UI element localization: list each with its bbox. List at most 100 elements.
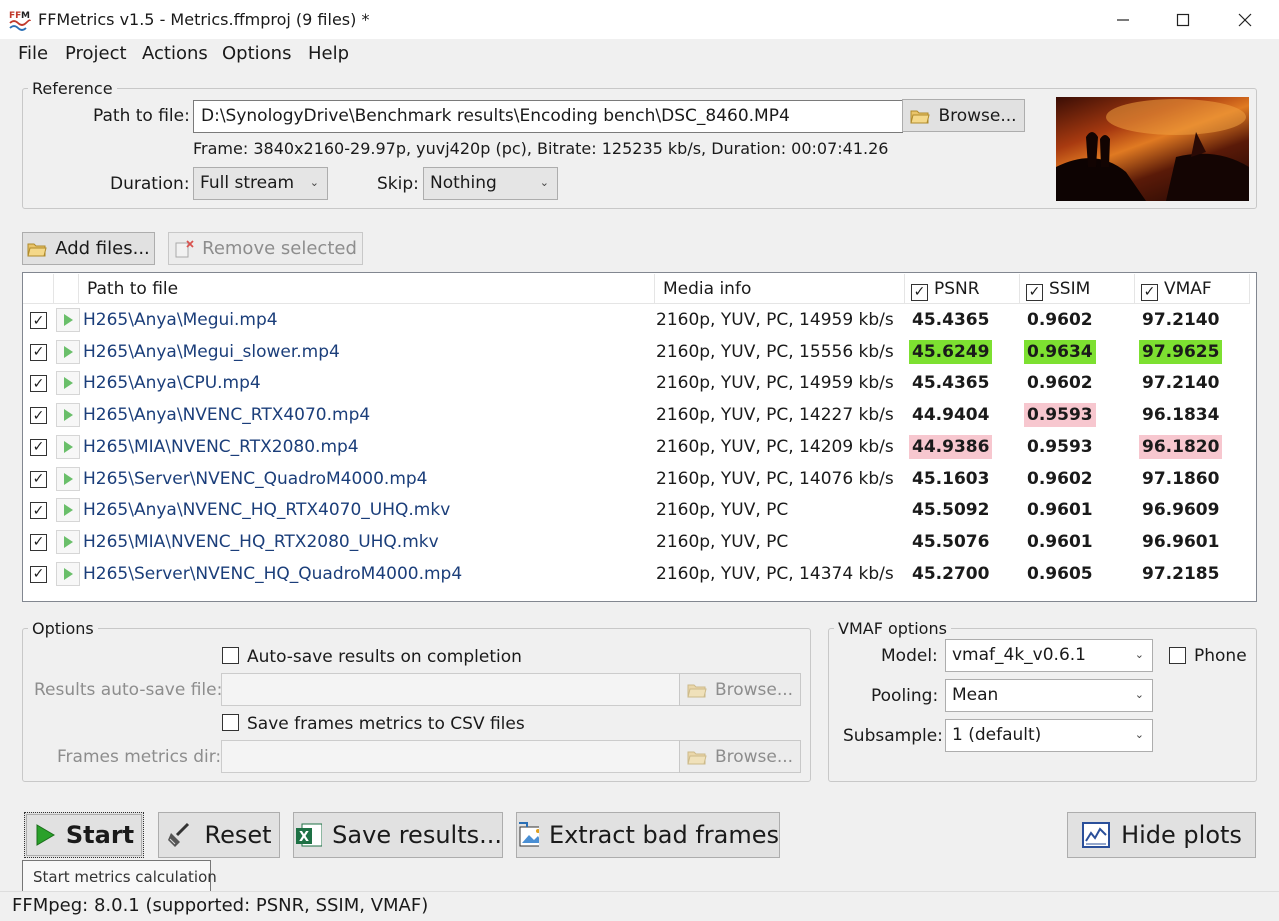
media-info: 2160p, YUV, PC bbox=[656, 500, 789, 521]
vmaf-model-label: Model: bbox=[881, 646, 938, 666]
media-info: 2160p, YUV, PC bbox=[656, 531, 789, 552]
menu-help[interactable]: Help bbox=[308, 43, 349, 64]
row-checkbox[interactable]: ✓ bbox=[30, 502, 47, 520]
media-info: 2160p, YUV, PC, 14076 kb/s bbox=[656, 468, 894, 489]
reset-label: Reset bbox=[204, 821, 272, 849]
psnr-value: 45.2700 bbox=[912, 563, 990, 584]
results-browse-button[interactable]: Browse... bbox=[679, 673, 801, 706]
duration-label: Duration: bbox=[110, 174, 190, 194]
play-file-button[interactable] bbox=[56, 434, 80, 459]
vmaf-checkbox[interactable]: ✓ bbox=[1141, 283, 1158, 301]
results-file-input[interactable] bbox=[221, 673, 681, 706]
reference-browse-button[interactable]: Browse... bbox=[902, 99, 1025, 132]
remove-file-icon bbox=[175, 239, 194, 257]
skip-value: Nothing bbox=[430, 173, 497, 193]
file-path: H265\Anya\NVENC_RTX4070.mp4 bbox=[83, 405, 371, 426]
hide-plots-button[interactable]: Hide plots bbox=[1067, 812, 1256, 858]
header-psnr[interactable]: ✓ PSNR bbox=[905, 274, 1020, 304]
play-icon bbox=[64, 440, 73, 453]
csv-label: Save frames metrics to CSV files bbox=[247, 714, 525, 734]
frames-dir-input[interactable] bbox=[221, 740, 681, 773]
csv-checkbox[interactable] bbox=[222, 714, 239, 731]
psnr-value: 45.6249 bbox=[909, 339, 993, 364]
psnr-value: 44.9386 bbox=[909, 434, 993, 459]
menu-project[interactable]: Project bbox=[65, 43, 127, 64]
table-row[interactable]: ✓ H265\Anya\Megui.mp4 2160p, YUV, PC, 1495… bbox=[24, 305, 1256, 336]
browse-label: Browse... bbox=[714, 679, 794, 700]
media-info: 2160p, YUV, PC, 14959 kb/s bbox=[656, 310, 894, 330]
row-checkbox[interactable]: ✓ bbox=[30, 533, 47, 551]
vmaf-value: 97.2140 bbox=[1142, 373, 1220, 394]
play-file-button[interactable] bbox=[56, 529, 80, 554]
header-vmaf-label: VMAF bbox=[1164, 279, 1212, 299]
browse-label: Browse... bbox=[938, 105, 1017, 126]
reference-group-title: Reference bbox=[28, 79, 117, 98]
header-ssim-label: SSIM bbox=[1049, 279, 1091, 299]
row-checkbox[interactable]: ✓ bbox=[30, 470, 47, 488]
vmaf-model-dropdown[interactable]: vmaf_4k_v0.6.1 ⌄ bbox=[945, 639, 1153, 672]
add-files-button[interactable]: Add files... bbox=[22, 232, 155, 265]
remove-selected-button[interactable]: Remove selected bbox=[168, 232, 363, 265]
play-icon bbox=[64, 345, 73, 358]
header-play-col bbox=[54, 274, 79, 304]
skip-dropdown[interactable]: Nothing ⌄ bbox=[423, 167, 558, 200]
minimize-button[interactable] bbox=[1093, 0, 1153, 40]
play-file-button[interactable] bbox=[56, 561, 80, 586]
minimize-icon bbox=[1117, 19, 1129, 21]
browse-label: Browse... bbox=[714, 746, 794, 767]
row-checkbox[interactable]: ✓ bbox=[30, 343, 47, 361]
extract-bad-frames-button[interactable]: Extract bad frames bbox=[516, 812, 780, 858]
autosave-checkbox[interactable] bbox=[222, 647, 239, 664]
table-row[interactable]: ✓ H265\Anya\NVENC_RTX4070.mp4 2160p, YUV, … bbox=[24, 400, 1256, 431]
close-button[interactable] bbox=[1215, 0, 1275, 40]
ssim-checkbox[interactable]: ✓ bbox=[1026, 283, 1043, 301]
file-path: H265\Anya\CPU.mp4 bbox=[83, 373, 261, 394]
save-results-button[interactable]: X Save results... bbox=[293, 812, 503, 858]
header-ssim[interactable]: ✓ SSIM bbox=[1020, 274, 1135, 304]
chevron-down-icon: ⌄ bbox=[1134, 728, 1144, 741]
reset-button[interactable]: Reset bbox=[158, 812, 280, 858]
folder-icon bbox=[687, 751, 707, 764]
row-checkbox[interactable]: ✓ bbox=[30, 565, 47, 583]
psnr-checkbox[interactable]: ✓ bbox=[911, 283, 928, 301]
play-file-button[interactable] bbox=[56, 371, 80, 396]
header-media-label: Media info bbox=[663, 279, 752, 299]
table-row[interactable]: ✓ H265\Anya\Megui_slower.mp4 2160p, YUV, P… bbox=[24, 337, 1256, 368]
menu-file[interactable]: File bbox=[18, 43, 48, 64]
folder-icon bbox=[910, 110, 931, 123]
row-checkbox[interactable]: ✓ bbox=[30, 438, 47, 456]
header-path[interactable]: Path to file bbox=[79, 274, 655, 304]
files-table[interactable]: Path to file Media info ✓ PSNR ✓ SSIM ✓ VMA… bbox=[22, 272, 1257, 602]
play-file-button[interactable] bbox=[56, 308, 80, 332]
header-vmaf[interactable]: ✓ VMAF bbox=[1135, 274, 1250, 304]
menu-actions[interactable]: Actions bbox=[142, 43, 208, 64]
table-row[interactable]: ✓ H265\Server\NVENC_HQ_QuadroM4000.mp4 216… bbox=[24, 559, 1256, 590]
row-checkbox[interactable]: ✓ bbox=[30, 407, 47, 425]
row-checkbox[interactable]: ✓ bbox=[30, 375, 47, 393]
start-button[interactable]: Start bbox=[24, 812, 144, 858]
table-row[interactable]: ✓ H265\MIA\NVENC_HQ_RTX2080_UHQ.mkv 2160p,… bbox=[24, 527, 1256, 558]
table-row[interactable]: ✓ H265\Server\NVENC_QuadroM4000.mp4 2160p,… bbox=[24, 464, 1256, 495]
play-file-button[interactable] bbox=[56, 466, 80, 491]
start-label: Start bbox=[65, 821, 135, 849]
reference-path-input[interactable]: D:\SynologyDrive\Benchmark results\Encod… bbox=[193, 100, 903, 133]
vmaf-value: 96.9609 bbox=[1142, 500, 1220, 521]
file-path: H265\MIA\NVENC_RTX2080.mp4 bbox=[83, 436, 359, 457]
ssim-value: 0.9605 bbox=[1027, 563, 1093, 584]
frames-dir-browse-button[interactable]: Browse... bbox=[679, 740, 801, 773]
header-media-info[interactable]: Media info bbox=[655, 274, 905, 304]
duration-dropdown[interactable]: Full stream ⌄ bbox=[193, 167, 328, 200]
play-file-button[interactable] bbox=[56, 403, 80, 428]
vmaf-subsample-dropdown[interactable]: 1 (default) ⌄ bbox=[945, 719, 1153, 752]
row-checkbox[interactable]: ✓ bbox=[30, 312, 47, 329]
vmaf-pooling-dropdown[interactable]: Mean ⌄ bbox=[945, 679, 1153, 712]
play-file-button[interactable] bbox=[56, 339, 80, 364]
menu-options[interactable]: Options bbox=[222, 43, 291, 64]
table-row[interactable]: ✓ H265\Anya\CPU.mp4 2160p, YUV, PC, 14959 … bbox=[24, 368, 1256, 399]
table-row[interactable]: ✓ H265\MIA\NVENC_RTX2080.mp4 2160p, YUV, P… bbox=[24, 432, 1256, 463]
vmaf-options-title: VMAF options bbox=[834, 619, 951, 638]
phone-checkbox[interactable] bbox=[1169, 647, 1186, 664]
play-file-button[interactable] bbox=[56, 498, 80, 523]
table-row[interactable]: ✓ H265\Anya\NVENC_HQ_RTX4070_UHQ.mkv 2160p… bbox=[24, 495, 1256, 526]
maximize-button[interactable] bbox=[1153, 0, 1213, 40]
